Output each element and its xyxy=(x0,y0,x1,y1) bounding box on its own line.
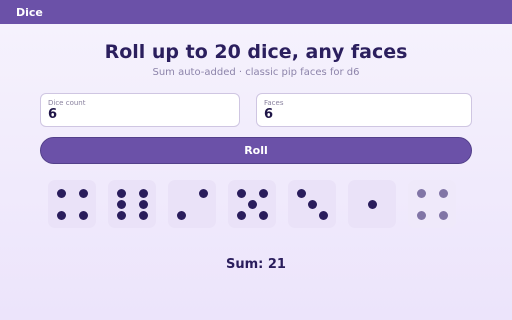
die-pip xyxy=(236,188,246,198)
die-6 xyxy=(348,180,396,228)
app-title: Dice xyxy=(16,5,43,19)
faces-field[interactable]: Faces xyxy=(256,93,472,127)
die-pip xyxy=(116,199,126,209)
die-pip xyxy=(367,199,377,209)
die-pip xyxy=(296,188,306,198)
page-subtitle: Sum auto-added · classic pip faces for d… xyxy=(152,67,360,78)
page-title: Roll up to 20 dice, any faces xyxy=(104,41,408,63)
die-pip xyxy=(176,210,186,220)
die-4 xyxy=(228,180,276,228)
die-pip xyxy=(116,210,126,220)
die-pip xyxy=(318,210,328,220)
die-pip xyxy=(138,210,148,220)
die-pip xyxy=(307,199,317,209)
die-1 xyxy=(48,180,96,228)
die-pip xyxy=(198,188,208,198)
die-pip xyxy=(78,188,88,198)
die-pip xyxy=(116,188,126,198)
die-pip xyxy=(258,188,268,198)
sum-result: Sum: 21 xyxy=(226,257,286,272)
app-header: Dice xyxy=(0,0,512,24)
die-2 xyxy=(108,180,156,228)
die-3 xyxy=(168,180,216,228)
die-pip xyxy=(438,210,448,220)
die-pip xyxy=(247,199,257,209)
die-pip xyxy=(78,210,88,220)
faces-label: Faces xyxy=(264,99,284,107)
die-pip xyxy=(56,210,66,220)
die-pip xyxy=(56,188,66,198)
die-pip xyxy=(258,210,268,220)
dice-count-label: Dice count xyxy=(48,99,86,107)
die-pip xyxy=(416,188,426,198)
dice-count-field[interactable]: Dice count xyxy=(40,93,240,127)
die-7 xyxy=(408,180,456,228)
die-pip xyxy=(438,188,448,198)
die-pip xyxy=(416,210,426,220)
die-pip xyxy=(138,188,148,198)
roll-button[interactable]: Roll xyxy=(40,137,472,164)
die-pip xyxy=(138,199,148,209)
die-5 xyxy=(288,180,336,228)
dice-row xyxy=(0,180,512,228)
dice-count-input[interactable] xyxy=(48,107,228,122)
faces-input[interactable] xyxy=(264,107,444,122)
die-pip xyxy=(236,210,246,220)
